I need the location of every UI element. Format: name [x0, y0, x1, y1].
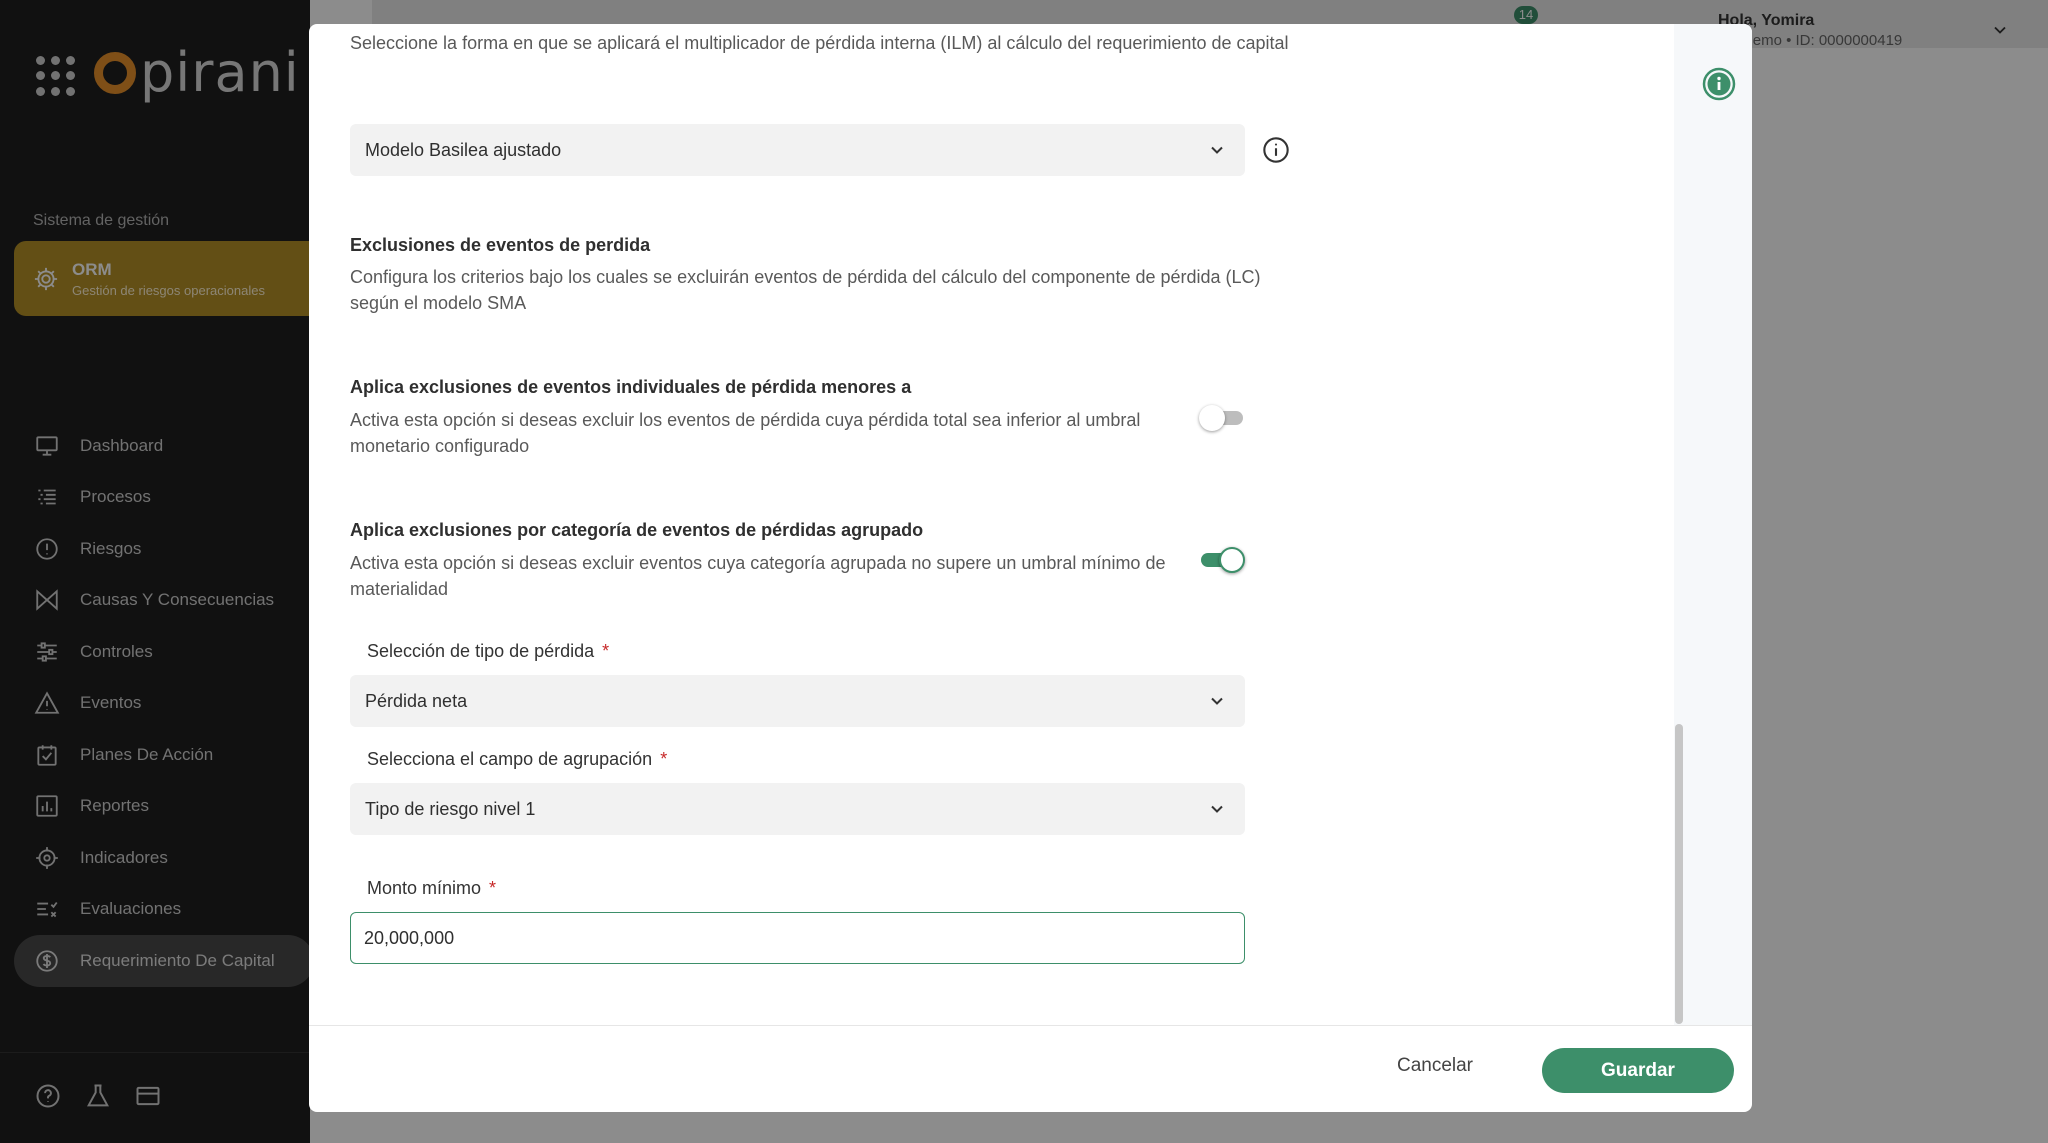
info-outline-icon[interactable]	[1262, 136, 1290, 164]
min-amount-input[interactable]	[350, 912, 1245, 964]
exclusions-title: Exclusiones de eventos de perdida	[350, 235, 651, 255]
grouping-value: Tipo de riesgo nivel 1	[365, 798, 536, 819]
info-icon[interactable]	[1702, 67, 1736, 101]
grouping-label-text: Selecciona el campo de agrupación	[367, 749, 653, 769]
loss-type-label-text: Selección de tipo de pérdida	[367, 641, 595, 661]
chevron-down-icon	[1211, 697, 1223, 705]
loss-type-select[interactable]: Pérdida neta	[350, 675, 1245, 727]
exclusions-description: Configura los criterios bajo los cuales …	[350, 267, 1261, 313]
required-marker: *	[660, 749, 668, 769]
ilm-description: Seleccione la forma en que se aplicará e…	[350, 33, 1289, 53]
modal-side-panel	[1674, 24, 1752, 1025]
category-exclusion-description: Activa esta opción si deseas excluir eve…	[350, 553, 1166, 599]
min-amount-label: Monto mínimo *	[367, 878, 496, 899]
grouping-select[interactable]: Tipo de riesgo nivel 1	[350, 783, 1245, 835]
cancel-button[interactable]: Cancelar	[1365, 1044, 1505, 1088]
required-marker: *	[489, 878, 497, 898]
loss-type-label: Selección de tipo de pérdida *	[367, 641, 609, 662]
ilm-select-value: Modelo Basilea ajustado	[365, 139, 562, 160]
individual-exclusion-title: Aplica exclusiones de eventos individual…	[350, 377, 912, 397]
modal-footer-divider	[309, 1025, 1752, 1026]
capital-settings-modal: Seleccione la forma en que se aplicará e…	[309, 24, 1752, 1112]
ilm-select[interactable]: Modelo Basilea ajustado	[350, 124, 1245, 176]
chevron-down-icon	[1211, 805, 1223, 813]
min-amount-label-text: Monto mínimo	[367, 878, 482, 898]
category-exclusion-title: Aplica exclusiones por categoría de even…	[350, 520, 924, 540]
loss-type-value: Pérdida neta	[365, 690, 468, 711]
chevron-down-icon	[1211, 146, 1223, 154]
individual-exclusion-description: Activa esta opción si deseas excluir los…	[350, 410, 1141, 456]
category-exclusion-toggle[interactable]	[1199, 545, 1245, 573]
individual-exclusion-toggle[interactable]	[1199, 403, 1245, 431]
required-marker: *	[602, 641, 610, 661]
grouping-label: Selecciona el campo de agrupación *	[367, 749, 667, 770]
scrollbar-thumb[interactable]	[1675, 724, 1683, 1024]
save-button[interactable]: Guardar	[1542, 1048, 1734, 1093]
